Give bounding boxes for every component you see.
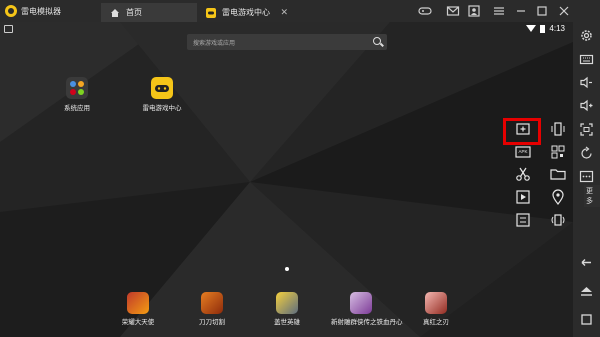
game-icon [127,292,149,314]
dock-app-label: 真红之刃 [423,319,449,326]
more-icon[interactable] [579,169,594,184]
dock-app[interactable]: 刀刀切割 [182,292,242,326]
close-icon[interactable] [557,4,571,18]
back-icon[interactable] [579,255,594,270]
screenshot-icon[interactable] [579,122,594,137]
operation-record-icon[interactable] [549,211,567,229]
desktop-app-label: 雷电游戏中心 [142,105,182,112]
folder-icon[interactable] [549,165,567,183]
video-record-icon[interactable] [514,188,532,206]
apk-install-icon[interactable]: APK [514,143,532,161]
recent-apps-icon[interactable] [579,312,594,327]
wifi-icon [526,25,537,32]
home-icon [111,8,119,17]
title-bar: 雷电模拟器 首页 雷电游戏中心 ✕ [0,0,600,22]
gamepad-icon[interactable] [418,4,432,18]
status-time: 4:13 [549,24,565,33]
tab-home-label: 首页 [126,8,142,17]
app-title: 雷电模拟器 [21,7,61,16]
volume-down-icon[interactable] [579,75,594,90]
qr-code-icon[interactable] [549,143,567,161]
page-indicator [285,267,289,271]
more-tooltip: 更多 [584,185,600,207]
rotate-icon[interactable] [579,146,594,161]
dock-app-label: 盖世英雄 [274,319,300,326]
desktop-app-game-center[interactable]: 雷电游戏中心 [132,77,192,112]
dock-app-label: 荣耀大天使 [121,319,155,326]
shake-icon[interactable] [549,120,567,138]
menu-icon[interactable] [492,4,506,18]
search-bar[interactable]: 搜索游戏或应用 [187,34,387,50]
wallpaper [0,22,573,337]
close-tab-icon[interactable]: ✕ [280,7,288,18]
notification-icon [4,25,13,33]
dock-app[interactable]: 真红之刃 [406,292,466,326]
desktop-app-label: 系统应用 [64,105,90,112]
scissors-icon[interactable] [514,165,532,183]
search-icon[interactable] [373,37,381,45]
dock-app[interactable]: 荣耀大天使 [108,292,168,326]
apk-highlight-box [503,118,541,145]
game-center-icon [151,77,173,99]
search-placeholder: 搜索游戏或应用 [193,41,236,47]
settings-icon[interactable] [579,28,594,43]
apk-label: APK [518,149,528,154]
location-icon[interactable] [549,188,567,206]
gamepad-icon [206,7,216,18]
dock-app-label: 新射雕群侠传之铁血丹心 [331,319,403,326]
dock-app[interactable]: 盖世英雄 [257,292,317,326]
game-icon [276,292,298,314]
game-icon [425,292,447,314]
app-logo [5,5,17,17]
dock-app[interactable]: 新射雕群侠传之铁血丹心 [331,292,403,326]
keyboard-icon[interactable] [579,52,594,67]
tab-home[interactable]: 首页 [101,3,197,22]
android-screen[interactable]: 4:13 搜索游戏或应用 系统应用 雷电游戏中心 荣耀大天使 刀刀切割 盖世英雄… [0,22,573,337]
more-tools-panel: APK [505,95,573,235]
volume-up-icon[interactable] [579,98,594,113]
tab-game-center-label: 雷电游戏中心 [222,8,270,17]
dock-app-label: 刀刀切割 [199,319,225,326]
mail-icon[interactable] [446,4,460,18]
user-icon[interactable] [467,4,481,18]
tab-game-center[interactable]: 雷电游戏中心 ✕ [197,3,294,22]
game-icon [350,292,372,314]
right-sidebar [573,22,600,337]
game-icon [201,292,223,314]
desktop-app-system[interactable]: 系统应用 [47,77,107,112]
home-icon[interactable] [579,284,594,299]
battery-icon [540,24,546,33]
minimize-icon[interactable] [514,4,528,18]
maximize-icon[interactable] [535,4,549,18]
system-apps-icon [66,77,88,99]
sync-icon[interactable] [514,211,532,229]
